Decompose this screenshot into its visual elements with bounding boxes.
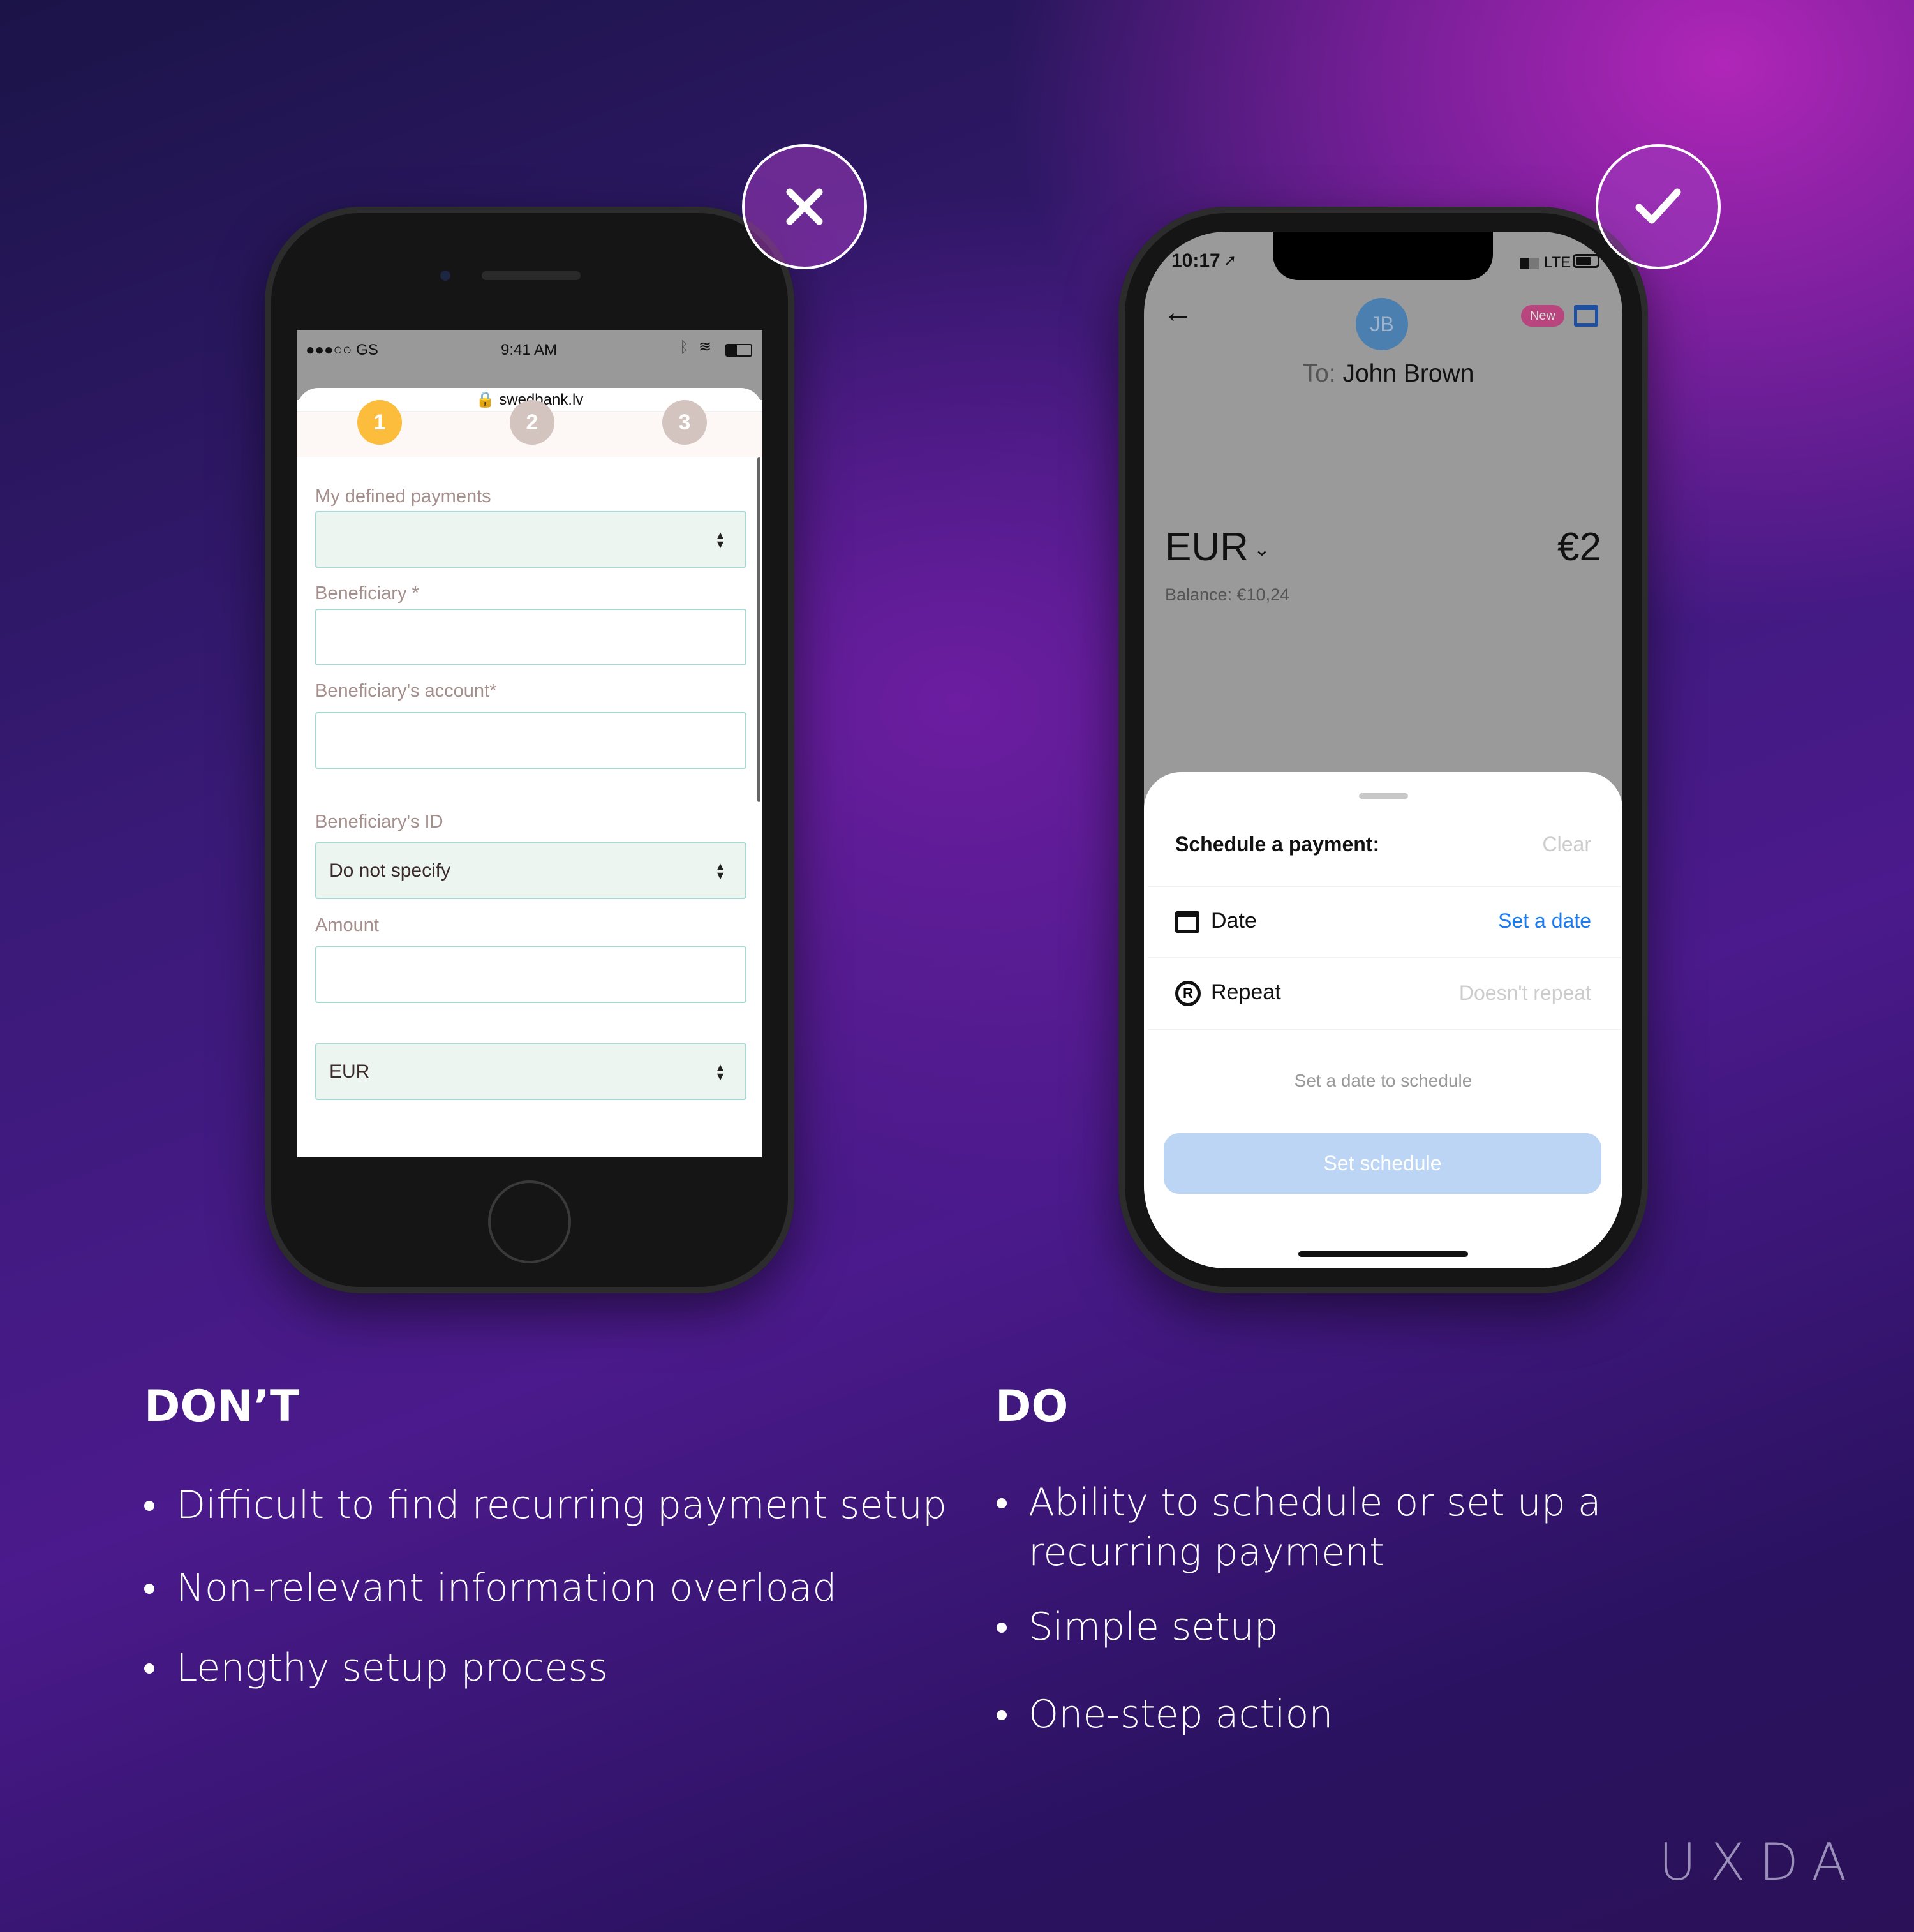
do-bullet: Ability to schedule or set up a recurrin… <box>997 1478 1762 1577</box>
do-heading: DO <box>995 1381 1069 1432</box>
avatar: JB <box>1356 298 1408 350</box>
recipient-name: John Brown <box>1342 360 1474 387</box>
dont-bullet: Difficult to find recurring payment setu… <box>144 1480 947 1530</box>
earpiece <box>482 271 581 280</box>
date-row[interactable]: Date Set a date <box>1175 909 1591 933</box>
dont-bullet: Lengthy setup process <box>144 1643 608 1693</box>
repeat-icon: R <box>1175 981 1201 1007</box>
dont-badge <box>742 144 867 269</box>
step-2: 2 <box>510 400 554 445</box>
defined-payments-select[interactable]: ▲ ▼ <box>315 511 746 568</box>
scrollbar[interactable] <box>757 457 760 802</box>
step-3: 3 <box>662 400 707 445</box>
to-prefix: To: <box>1302 360 1336 387</box>
battery-icon <box>1573 254 1599 268</box>
defined-payments-label: My defined payments <box>315 486 491 507</box>
dont-bullet: Non-relevant information overload <box>144 1563 836 1613</box>
notch <box>1273 232 1493 280</box>
divider <box>1148 957 1621 958</box>
select-arrows-icon: ▲ ▼ <box>715 1060 726 1083</box>
back-arrow-icon[interactable]: ← <box>1162 295 1193 330</box>
repeat-value[interactable]: Doesn't repeat <box>1459 981 1591 1005</box>
location-icon: ➚ <box>1224 252 1237 269</box>
amount[interactable]: €2 <box>1557 524 1601 570</box>
amount-input[interactable] <box>315 946 746 1003</box>
sheet-handle[interactable] <box>1359 793 1408 799</box>
network: LTE <box>1544 254 1571 271</box>
beneficiary-id-label: Beneficiary's ID <box>315 812 443 832</box>
select-arrows-icon: ▲ ▼ <box>715 528 726 551</box>
date-label: Date <box>1211 909 1257 933</box>
divider <box>1148 1029 1621 1030</box>
do-bullet: One-step action <box>996 1690 1333 1739</box>
schedule-hint: Set a date to schedule <box>1294 1071 1473 1090</box>
status-time: 10:17 <box>1171 250 1220 271</box>
uxda-logo: UXDA <box>1659 1832 1861 1892</box>
amount-label: Amount <box>315 915 379 935</box>
currency: EUR <box>1165 525 1249 569</box>
clear-button[interactable]: Clear <box>1543 833 1591 856</box>
currency-select[interactable]: EUR ▲ ▼ <box>315 1043 746 1100</box>
balance: Balance: €10,24 <box>1165 585 1290 604</box>
carrier: ●●●○○ GS <box>306 341 378 359</box>
wifi-icon: ≋ <box>699 338 712 355</box>
select-value: EUR <box>329 1060 370 1082</box>
account-input[interactable] <box>315 712 746 769</box>
front-camera <box>440 271 450 281</box>
step-1: 1 <box>357 400 402 445</box>
calendar-icon <box>1175 911 1199 933</box>
do-badge <box>1596 144 1721 269</box>
x-icon <box>786 188 823 225</box>
divider <box>1148 886 1621 887</box>
sheet-header: Schedule a payment: Clear <box>1175 833 1591 856</box>
beneficiary-id-select[interactable]: Do not specify ▲ ▼ <box>315 842 746 899</box>
select-value: Do not specify <box>329 859 451 881</box>
date-label-group: Date <box>1175 909 1257 933</box>
dont-heading: DON’T <box>144 1381 300 1432</box>
select-arrows-icon: ▲ ▼ <box>715 859 726 882</box>
sheet-title: Schedule a payment: <box>1175 833 1380 856</box>
set-schedule-button[interactable]: Set schedule <box>1164 1133 1601 1194</box>
home-button[interactable] <box>488 1180 571 1263</box>
chevron-down-icon: ⌄ <box>1248 539 1270 561</box>
do-bullet: Simple setup <box>997 1602 1279 1652</box>
repeat-label: Repeat <box>1211 980 1281 1004</box>
repeat-row[interactable]: R Repeat Doesn't repeat <box>1175 980 1591 1007</box>
account-label: Beneficiary's account* <box>315 681 497 701</box>
battery-icon <box>725 344 752 357</box>
set-date-link[interactable]: Set a date <box>1498 909 1591 933</box>
lock-icon: 🔒 <box>475 391 495 408</box>
signal-icon <box>1520 258 1539 269</box>
new-badge: New <box>1521 305 1564 327</box>
beneficiary-input[interactable] <box>315 609 746 665</box>
home-indicator <box>1298 1251 1468 1257</box>
bluetooth-icon: ᛒ <box>679 339 689 356</box>
repeat-label-group: R Repeat <box>1175 980 1281 1007</box>
check-icon <box>1635 188 1681 224</box>
currency-select[interactable]: EUR ⌄ <box>1165 524 1270 570</box>
beneficiary-label: Beneficiary * <box>315 583 419 604</box>
recipient: To: John Brown <box>1231 360 1545 388</box>
status-time: 9:41 AM <box>501 341 558 359</box>
calendar-icon[interactable] <box>1574 305 1598 327</box>
